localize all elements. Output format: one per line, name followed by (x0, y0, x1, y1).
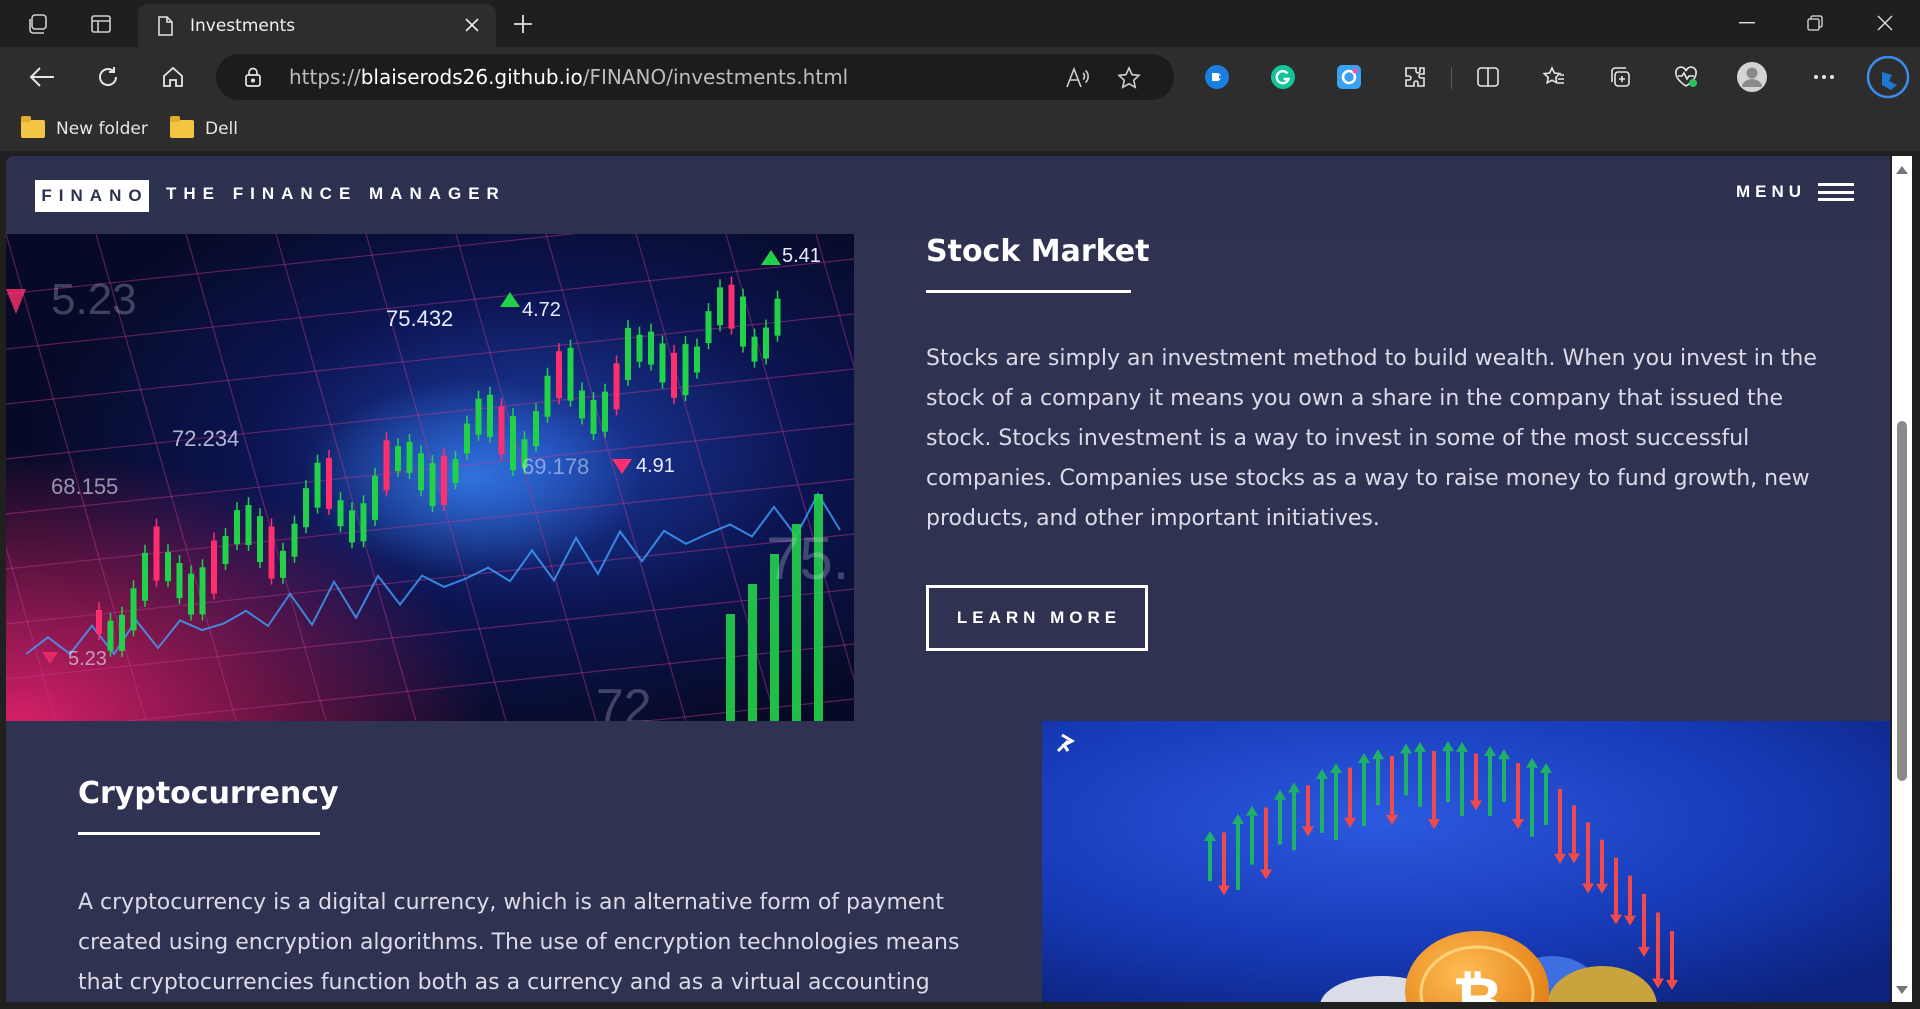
url-text[interactable]: https://blaiserods26.github.io/FINANO/in… (289, 65, 848, 89)
stock-image-label: 72.234 (172, 426, 239, 451)
title-underline (926, 290, 1131, 293)
back-icon[interactable] (26, 61, 58, 93)
menu-label: MENU (1735, 182, 1806, 201)
tab-title: Investments (190, 15, 296, 36)
active-tab[interactable]: Investments (138, 4, 496, 47)
stock-market-description: Stocks are simply an investment method t… (926, 346, 1817, 531)
bookmark-label: Dell (205, 119, 238, 139)
svg-text:₿: ₿ (1452, 963, 1503, 1002)
stock-image-label: 5.23 (51, 275, 137, 324)
page-icon (154, 15, 176, 37)
stock-image-label: 68.155 (51, 474, 118, 499)
lock-icon[interactable] (242, 66, 264, 88)
stock-image-label: 5.41 (782, 245, 821, 267)
minimize-icon[interactable] (1727, 8, 1767, 38)
stock-image-label: 75.432 (386, 306, 453, 331)
bookmark-new-folder[interactable]: New folder (21, 116, 148, 141)
candle-mark (748, 584, 757, 721)
vertical-tabs-icon[interactable] (86, 10, 116, 38)
stock-image-label: 5.23 (68, 648, 107, 670)
grammarly-icon[interactable] (1267, 61, 1299, 93)
scroll-up-icon[interactable] (1896, 166, 1908, 174)
site-logo[interactable]: FINANO (35, 180, 149, 212)
toolbar-divider (1451, 67, 1452, 89)
folder-icon (21, 116, 45, 138)
page-scrollbar[interactable] (1892, 156, 1912, 1002)
site-tagline: THE FINANCE MANAGER (166, 184, 506, 203)
close-tab-icon[interactable] (460, 13, 484, 37)
stock-market-title: Stock Market (926, 234, 1150, 269)
menu-button[interactable]: MENU (1736, 182, 1854, 202)
split-screen-icon[interactable] (1472, 61, 1504, 93)
browser-essentials-icon[interactable] (1670, 61, 1702, 93)
refresh-icon[interactable] (92, 61, 124, 93)
copilot-icon[interactable] (1866, 55, 1910, 99)
favorites-icon[interactable] (1538, 61, 1570, 93)
address-bar-row: https://blaiserods26.github.io/FINANO/in… (0, 47, 1920, 107)
profile-icon[interactable] (1736, 61, 1768, 93)
collections-icon[interactable] (1604, 61, 1636, 93)
browser-tab-bar: Investments (0, 0, 1920, 47)
workspaces-icon[interactable] (23, 10, 53, 38)
cryptocurrency-title: Cryptocurrency (78, 776, 339, 811)
stock-image-label: 72 (596, 679, 652, 721)
bookmarks-bar: New folder Dell (0, 107, 1920, 151)
cryptocurrency-image: ₿ (1042, 721, 1890, 1002)
vpn-icon[interactable] (1201, 61, 1233, 93)
learn-more-button[interactable]: LEARN MORE (926, 585, 1148, 651)
favorite-star-icon[interactable] (1116, 65, 1142, 91)
more-icon[interactable] (1808, 61, 1840, 93)
restore-icon[interactable] (1795, 8, 1835, 38)
stock-image-label: 4.91 (636, 455, 675, 477)
candle-mark (726, 614, 735, 721)
stock-market-image: 5.23 75.432 4.72 5.41 72.234 68.155 69.1… (6, 234, 854, 721)
title-underline (78, 832, 320, 835)
hamburger-icon (1818, 183, 1854, 201)
home-icon[interactable] (157, 61, 189, 93)
cryptocurrency-description: A cryptocurrency is a digital currency, … (78, 890, 960, 995)
stock-image-label: 4.72 (522, 299, 561, 321)
page-viewport: FINANO THE FINANCE MANAGER MENU 5.23 75.… (6, 156, 1890, 1002)
new-tab-icon[interactable] (508, 9, 538, 39)
address-bar[interactable]: https://blaiserods26.github.io/FINANO/in… (216, 54, 1174, 100)
stock-image-label: 75. (766, 525, 849, 592)
scroll-down-icon[interactable] (1896, 986, 1908, 994)
read-aloud-icon[interactable] (1064, 65, 1090, 91)
scroll-thumb[interactable] (1897, 421, 1907, 781)
folder-icon (170, 116, 194, 138)
screen-capture-icon[interactable] (1333, 61, 1365, 93)
stock-image-label: 69.178 (522, 454, 589, 479)
close-window-icon[interactable] (1865, 8, 1905, 38)
site-header: FINANO THE FINANCE MANAGER MENU (6, 156, 1890, 234)
bookmark-dell[interactable]: Dell (170, 116, 238, 141)
extensions-icon[interactable] (1399, 61, 1431, 93)
bookmark-label: New folder (56, 119, 148, 139)
